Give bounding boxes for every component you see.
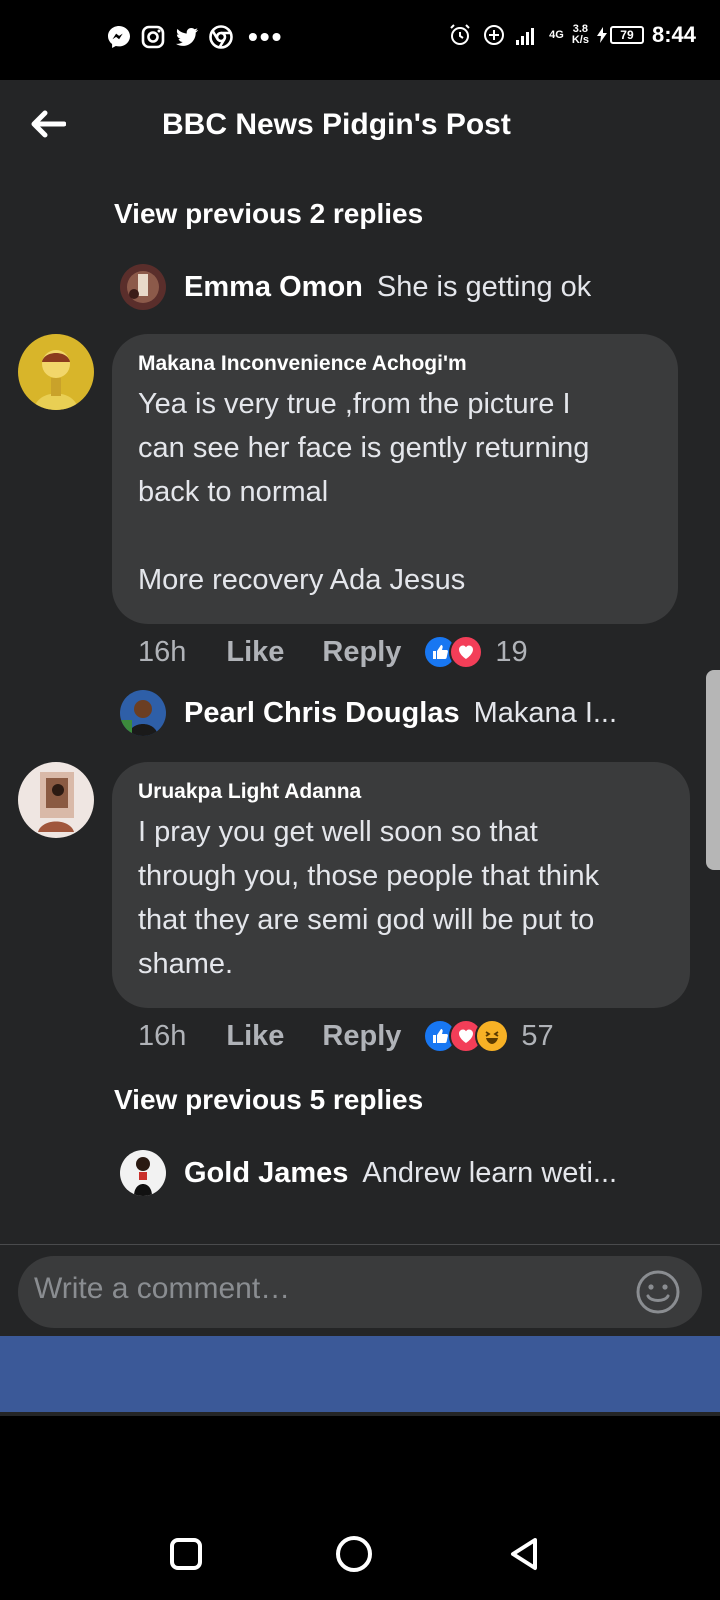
reply-author[interactable]: Pearl Chris Douglas bbox=[184, 697, 460, 730]
reply-preview: She is getting ok bbox=[376, 270, 592, 303]
system-nav-bar bbox=[0, 1416, 720, 1600]
back-nav-button[interactable] bbox=[500, 1530, 548, 1578]
reactions-summary[interactable]: 57 bbox=[423, 1019, 554, 1053]
avatar[interactable] bbox=[120, 1150, 166, 1196]
status-bar: ••• 4G 3.8 K/s 79 8:44 bbox=[0, 0, 720, 80]
avatar[interactable] bbox=[120, 264, 166, 310]
comment-text: Yea is very true ,from the picture I can… bbox=[138, 388, 590, 596]
avatar[interactable] bbox=[120, 690, 166, 736]
reactions-summary[interactable]: 19 bbox=[423, 635, 528, 669]
bottom-accent-strip bbox=[0, 1336, 720, 1412]
home-circle-icon bbox=[336, 1536, 372, 1572]
reply-author[interactable]: Gold James bbox=[184, 1157, 348, 1190]
love-reaction-icon bbox=[449, 635, 484, 669]
comments-screen: BBC News Pidgin's Post View previous 2 r… bbox=[0, 80, 720, 1416]
charging-bolt-icon bbox=[596, 27, 607, 43]
header: BBC News Pidgin's Post bbox=[0, 80, 720, 176]
signal-icon bbox=[515, 22, 541, 48]
reaction-count[interactable]: 19 bbox=[495, 636, 527, 669]
system-icons: 4G 3.8 K/s 79 8:44 bbox=[447, 22, 696, 48]
avatar[interactable] bbox=[18, 762, 94, 838]
comment-author[interactable]: Makana Inconvenience Achogi'm bbox=[138, 352, 652, 376]
haha-reaction-icon bbox=[475, 1019, 510, 1053]
comment-bubble[interactable]: Uruakpa Light Adanna I pray you get well… bbox=[112, 762, 690, 1008]
reply-row[interactable]: Emma Omon She is getting ok bbox=[120, 262, 700, 312]
notification-icons: ••• bbox=[106, 21, 284, 52]
home-button[interactable] bbox=[330, 1530, 378, 1578]
like-button[interactable]: Like bbox=[226, 1020, 284, 1053]
reply-preview: Andrew learn weti... bbox=[362, 1156, 618, 1189]
data-saver-icon bbox=[481, 22, 507, 48]
reply-button[interactable]: Reply bbox=[322, 1020, 401, 1053]
back-button[interactable] bbox=[26, 102, 70, 146]
more-dots-icon: ••• bbox=[248, 21, 284, 52]
messenger-icon bbox=[106, 24, 132, 50]
emoji-button[interactable] bbox=[634, 1268, 682, 1316]
battery-icon: 79 bbox=[596, 26, 644, 44]
chrome-icon bbox=[208, 24, 234, 50]
instagram-icon bbox=[140, 24, 166, 50]
back-arrow-icon bbox=[31, 110, 66, 138]
smiley-icon bbox=[636, 1270, 680, 1314]
twitter-icon bbox=[174, 24, 200, 50]
avatar[interactable] bbox=[18, 334, 94, 410]
comment-timestamp[interactable]: 16h bbox=[138, 1020, 186, 1053]
page-title: BBC News Pidgin's Post bbox=[162, 108, 511, 141]
view-previous-replies-link[interactable]: View previous 2 replies bbox=[114, 198, 423, 230]
scrollbar-thumb[interactable] bbox=[706, 670, 720, 870]
speed-unit: K/s bbox=[571, 34, 589, 46]
reply-preview: Makana I... bbox=[473, 696, 618, 729]
reply-author[interactable]: Emma Omon bbox=[184, 271, 363, 304]
comment-input[interactable]: Write a comment… bbox=[34, 1272, 290, 1306]
reply-button[interactable]: Reply bbox=[322, 636, 401, 669]
recents-button[interactable] bbox=[162, 1530, 210, 1578]
comment-text: I pray you get well soon so that through… bbox=[138, 816, 600, 980]
comment-actions: 16h Like Reply 57 bbox=[138, 1014, 554, 1058]
like-button[interactable]: Like bbox=[226, 636, 284, 669]
comment-timestamp[interactable]: 16h bbox=[138, 636, 186, 669]
comment-composer[interactable]: Write a comment… bbox=[18, 1256, 702, 1328]
reply-row[interactable]: Pearl Chris Douglas Makana I... bbox=[120, 688, 700, 738]
reply-row[interactable]: Gold James Andrew learn weti... bbox=[120, 1148, 700, 1198]
divider bbox=[0, 1244, 720, 1245]
battery-level: 79 bbox=[609, 26, 644, 44]
comment-bubble[interactable]: Makana Inconvenience Achogi'm Yea is ver… bbox=[112, 334, 678, 624]
clock: 8:44 bbox=[651, 22, 696, 47]
comment-actions: 16h Like Reply 19 bbox=[138, 630, 528, 674]
reaction-count[interactable]: 57 bbox=[521, 1020, 553, 1053]
network-speed: 3.8 K/s bbox=[572, 24, 589, 46]
view-previous-replies-link[interactable]: View previous 5 replies bbox=[114, 1084, 423, 1116]
comment-author[interactable]: Uruakpa Light Adanna bbox=[138, 780, 664, 804]
alarm-icon bbox=[447, 22, 473, 48]
recents-square-icon bbox=[170, 1538, 202, 1570]
network-type: 4G bbox=[549, 28, 564, 41]
back-triangle-icon bbox=[511, 1538, 537, 1570]
